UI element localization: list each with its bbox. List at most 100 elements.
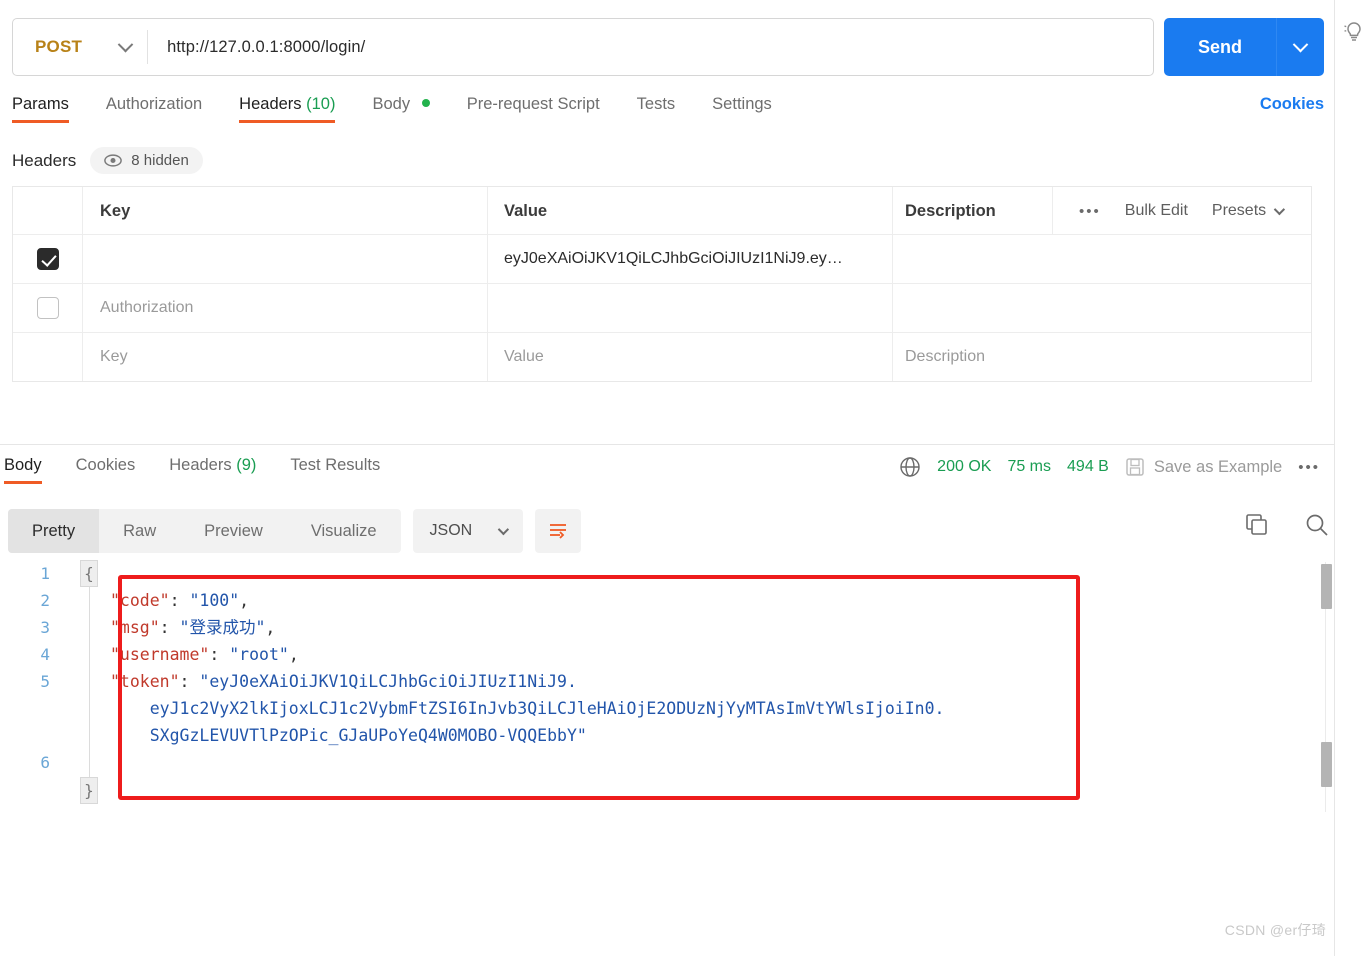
presets-button[interactable]: Presets (1211, 202, 1286, 220)
json-punct: : (159, 618, 180, 637)
row-key-cell[interactable]: Authorization (83, 284, 488, 332)
response-tab-body[interactable]: Body (4, 456, 42, 484)
send-button[interactable]: Send (1163, 18, 1276, 76)
tab-count: (9) (236, 456, 257, 474)
wrap-lines-icon (550, 524, 567, 539)
body-scrollbar-thumb[interactable] (1321, 564, 1332, 609)
response-body-code[interactable]: 1 2 3 4 5 6 { } "code": "100", "msg": "登… (0, 560, 1300, 890)
code-line: SXgGzLEVUVTlPzOPic_GJaUPoYeQ4W0MOBO-VQQE… (110, 722, 944, 749)
tab-settings[interactable]: Settings (712, 95, 772, 123)
save-icon (1126, 458, 1144, 476)
cookies-link[interactable]: Cookies (1260, 95, 1324, 123)
tab-body[interactable]: Body (372, 95, 430, 123)
row-checkbox[interactable] (36, 297, 59, 319)
view-mode-preview[interactable]: Preview (180, 509, 287, 553)
json-string: "100" (189, 591, 240, 610)
chevron-down-icon (117, 36, 134, 52)
url-box[interactable]: POST http://127.0.0.1:8000/login/ (12, 18, 1154, 76)
save-as-example-button[interactable]: Save as Example (1125, 457, 1282, 477)
row-checkbox[interactable] (36, 248, 59, 270)
code-line: eyJ1c2VyX2lkIjoxLCJ1c2VybmFtZSI6InJvb3Qi… (110, 695, 945, 722)
response-more-icon[interactable]: ••• (1298, 459, 1320, 476)
globe-icon (900, 457, 920, 477)
tab-label: Headers (239, 95, 302, 113)
bulk-edit-button[interactable]: Bulk Edit (1125, 202, 1188, 220)
column-description: Description (893, 187, 1053, 235)
presets-label: Presets (1211, 202, 1267, 219)
response-time: 75 ms (1007, 458, 1052, 475)
code-fold-column: { } (80, 560, 100, 804)
json-punct: : (169, 591, 190, 610)
row-value-text: eyJ0eXAiOiJKV1QiLCJhbGciOiJIUzI1NiJ9.ey… (504, 250, 843, 267)
close-brace[interactable]: } (80, 777, 98, 804)
code-line: "token": "eyJ0eXAiOiJKV1QiLCJhbGciOiJIUz… (110, 668, 944, 695)
table-actions: ••• Bulk Edit Presets (1053, 202, 1286, 220)
row-value-cell[interactable] (488, 284, 893, 332)
method-selector[interactable]: POST (13, 19, 147, 75)
row-key-placeholder: Authorization (100, 299, 194, 316)
row-checkbox-cell (13, 284, 83, 332)
more-actions-icon[interactable]: ••• (1079, 203, 1101, 220)
view-mode-raw[interactable]: Raw (99, 509, 180, 553)
response-tab-headers[interactable]: Headers (9) (169, 456, 256, 484)
tab-params[interactable]: Params (12, 95, 69, 123)
copy-button[interactable] (1244, 512, 1270, 543)
wrap-lines-button[interactable] (535, 509, 582, 553)
send-options-button[interactable] (1276, 18, 1324, 76)
tab-label: Settings (712, 95, 772, 113)
row-checkbox-cell (13, 235, 83, 283)
row-value-cell[interactable]: Value (488, 333, 893, 381)
format-selector[interactable]: JSON (412, 509, 524, 553)
tab-tests[interactable]: Tests (637, 95, 676, 123)
tab-label: Pre-request Script (466, 95, 600, 113)
postman-window: POST http://127.0.0.1:8000/login/ Send P… (0, 0, 1372, 956)
headers-label-row: Headers 8 hidden (12, 147, 203, 174)
tab-label: Tests (636, 95, 676, 113)
lightbulb-icon[interactable] (1342, 20, 1366, 44)
row-key-cell[interactable]: Key (83, 333, 488, 381)
send-group: Send (1163, 18, 1324, 76)
watermark: CSDN @er仔琦 (1224, 922, 1326, 938)
response-tab-test-results[interactable]: Test Results (290, 456, 380, 484)
row-description-placeholder: Description (905, 348, 986, 365)
json-punct: , (239, 591, 250, 610)
row-description-cell[interactable] (893, 284, 1311, 332)
code-line: "username": "root", (110, 641, 944, 668)
json-punct: , (288, 645, 299, 664)
row-key-placeholder: Key (100, 348, 128, 365)
row-checkbox-cell (13, 333, 83, 381)
tab-authorization[interactable]: Authorization (106, 95, 202, 123)
code-line: "code": "100", (110, 587, 944, 614)
json-string: "root" (229, 645, 289, 664)
view-mode-visualize[interactable]: Visualize (287, 509, 401, 553)
json-key: "username" (110, 645, 210, 664)
table-row: Authorization (13, 284, 1311, 333)
hidden-headers-toggle[interactable]: 8 hidden (90, 147, 203, 174)
json-key: "msg" (110, 618, 160, 637)
search-button[interactable] (1304, 512, 1330, 543)
status-code: 200 OK (937, 458, 992, 475)
view-mode-pretty[interactable]: Pretty (8, 509, 100, 553)
row-description-cell[interactable] (893, 235, 1311, 283)
row-value-cell[interactable]: eyJ0eXAiOiJKV1QiLCJhbGciOiJIUzI1NiJ9.ey… (488, 235, 893, 283)
line-number: 5 (40, 672, 50, 691)
table-row: eyJ0eXAiOiJKV1QiLCJhbGciOiJIUzI1NiJ9.ey… (13, 235, 1311, 284)
line-number: 3 (40, 618, 50, 637)
json-punct: : (179, 672, 200, 691)
body-modified-dot-icon (421, 99, 430, 107)
column-description-and-actions: Description ••• Bulk Edit Presets (893, 187, 1311, 235)
body-scrollbar-thumb-secondary[interactable] (1321, 742, 1332, 787)
line-number-gutter: 1 2 3 4 5 6 (0, 560, 66, 776)
pane-splitter[interactable] (0, 444, 1334, 445)
tab-pre-request-script[interactable]: Pre-request Script (467, 95, 600, 123)
open-brace[interactable]: { (80, 560, 98, 587)
url-input[interactable]: http://127.0.0.1:8000/login/ (148, 38, 365, 57)
tab-headers[interactable]: Headers (10) (239, 95, 336, 123)
response-tab-cookies[interactable]: Cookies (76, 456, 136, 484)
row-key-cell[interactable] (83, 235, 488, 283)
copy-icon (1246, 514, 1267, 535)
search-icon (1306, 514, 1328, 536)
row-description-cell[interactable]: Description (893, 333, 1311, 381)
json-string: eyJ1c2VyX2lkIjoxLCJ1c2VybmFtZSI6InJvb3Qi… (110, 699, 945, 718)
table-header-row: Key Value Description ••• Bulk Edit Pres… (13, 187, 1311, 235)
